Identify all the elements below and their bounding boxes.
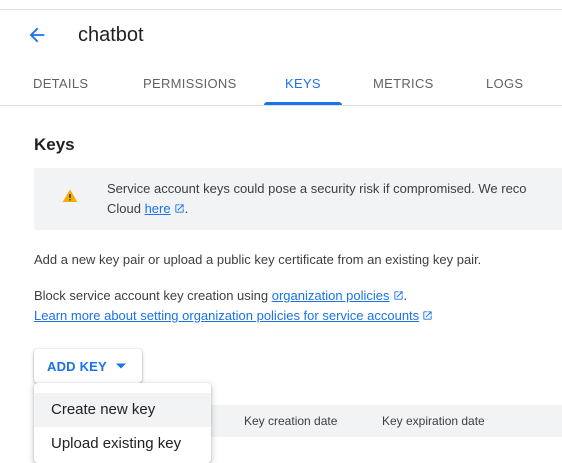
- tab-metrics[interactable]: METRICS: [373, 76, 434, 91]
- learn-more-line: Learn more about setting organization po…: [34, 308, 433, 323]
- warning-icon: [62, 189, 78, 202]
- tab-keys[interactable]: KEYS: [285, 76, 321, 91]
- learn-more-link[interactable]: Learn more about setting organization po…: [34, 308, 419, 323]
- warning-text-line1: Service account keys could pose a securi…: [107, 181, 527, 196]
- organization-policies-link[interactable]: organization policies: [272, 288, 390, 303]
- warning-text-line2: Cloud here.: [107, 199, 188, 219]
- column-key-expiration-date[interactable]: Key expiration date: [382, 414, 485, 428]
- tab-logs[interactable]: LOGS: [486, 76, 523, 91]
- menu-item-upload-existing-key[interactable]: Upload existing key: [34, 427, 211, 461]
- menu-item-create-new-key[interactable]: Create new key: [34, 393, 211, 427]
- arrow-back-icon: [29, 27, 45, 43]
- menu-item-label: Create new key: [51, 401, 156, 418]
- external-link-icon: [174, 204, 184, 213]
- add-key-menu: Create new key Upload existing key: [34, 383, 211, 463]
- warning-text-prefix: Cloud: [107, 201, 145, 216]
- page-title: chatbot: [78, 24, 144, 46]
- tab-details[interactable]: DETAILS: [33, 76, 88, 91]
- security-warning-banner: Service account keys could pose a securi…: [34, 168, 562, 230]
- column-key-creation-date[interactable]: Key creation date: [244, 414, 337, 428]
- menu-item-label: Upload existing key: [51, 435, 182, 452]
- add-key-button[interactable]: ADD KEY: [34, 349, 142, 383]
- external-link-icon: [423, 311, 432, 320]
- back-button[interactable]: [26, 24, 48, 46]
- active-tab-indicator: [264, 102, 342, 105]
- external-link-icon: [393, 291, 403, 300]
- warning-period: .: [184, 201, 189, 216]
- block-creation-text: Block service account key creation using…: [34, 288, 407, 303]
- block-text: Block service account key creation using: [34, 288, 272, 303]
- keys-heading: Keys: [34, 135, 75, 154]
- intro-text: Add a new key pair or upload a public ke…: [34, 252, 482, 267]
- page-header: chatbot: [0, 10, 562, 62]
- caret-down-icon: [116, 363, 126, 369]
- tab-permissions[interactable]: PERMISSIONS: [143, 76, 237, 91]
- add-key-label: ADD KEY: [47, 359, 107, 374]
- block-suffix: .: [403, 288, 408, 303]
- tab-bar: DETAILS PERMISSIONS KEYS METRICS LOGS: [0, 62, 562, 106]
- warning-here-link[interactable]: here: [145, 201, 171, 216]
- keys-table-header: Key creation date Key expiration date: [210, 405, 562, 437]
